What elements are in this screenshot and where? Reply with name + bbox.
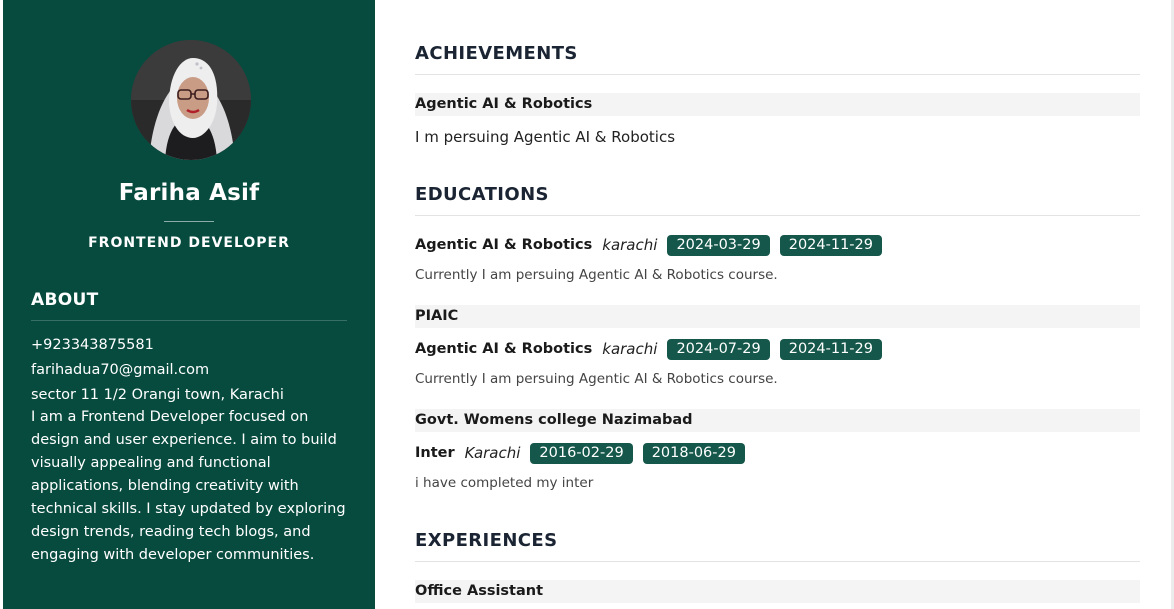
education-entry: Agentic AI & Robotics karachi 2024-07-29… — [415, 338, 882, 360]
education-course: Agentic AI & Robotics — [415, 237, 593, 253]
about-bio: I am a Frontend Developer focused on des… — [31, 409, 346, 563]
education-entry: Inter Karachi 2016-02-29 2018-06-29 — [415, 442, 745, 464]
experience-title-band: Office Assistant — [415, 580, 1140, 603]
start-date-badge: 2024-07-29 — [667, 338, 770, 360]
institution-name: Govt. Womens college Nazimabad — [415, 412, 693, 428]
education-description: Currently I am persuing Agentic AI & Rob… — [415, 371, 778, 387]
end-date-badge: 2024-11-29 — [779, 338, 882, 360]
education-description: Currently I am persuing Agentic AI & Rob… — [415, 267, 778, 283]
end-date-badge: 2024-11-29 — [779, 234, 882, 256]
education-description: i have completed my inter — [415, 475, 594, 491]
educations-divider — [415, 215, 1140, 216]
contact-info: +923343875581 farihadua70@gmail.com sect… — [31, 333, 351, 408]
phone-number: +923343875581 — [31, 337, 154, 353]
main-content: ACHIEVEMENTS Agentic AI & Robotics I m p… — [375, 0, 1174, 609]
experiences-divider — [415, 561, 1140, 562]
start-date-badge: 2016-02-29 — [530, 442, 633, 464]
profile-photo — [131, 40, 251, 160]
resume-page: Fariha Asif FRONTEND DEVELOPER ABOUT +92… — [0, 0, 1174, 609]
education-course: Agentic AI & Robotics — [415, 341, 593, 357]
home-address: sector 11 1/2 Orangi town, Karachi — [31, 387, 284, 403]
about-heading: ABOUT — [31, 290, 99, 310]
achievements-divider — [415, 74, 1140, 75]
education-entry: Agentic AI & Robotics karachi 2024-03-29… — [415, 234, 882, 256]
institution-band: PIAIC — [415, 305, 1140, 328]
about-divider — [31, 320, 347, 321]
profile-role: FRONTEND DEVELOPER — [88, 235, 290, 251]
achievement-title-band: Agentic AI & Robotics — [415, 93, 1140, 116]
achievement-title: Agentic AI & Robotics — [415, 96, 593, 112]
experiences-heading: EXPERIENCES — [415, 530, 558, 551]
profile-name: Fariha Asif — [118, 180, 260, 206]
education-location: karachi — [602, 340, 658, 358]
institution-name: PIAIC — [415, 308, 459, 324]
end-date-badge: 2018-06-29 — [642, 442, 745, 464]
institution-band: Govt. Womens college Nazimabad — [415, 409, 1140, 432]
education-location: Karachi — [464, 444, 521, 462]
email-address: farihadua70@gmail.com — [31, 362, 210, 378]
start-date-badge: 2024-03-29 — [667, 234, 770, 256]
educations-heading: EDUCATIONS — [415, 184, 549, 205]
education-course: Inter — [415, 445, 455, 461]
profile-photo-image — [131, 40, 251, 160]
achievement-description: I m persuing Agentic AI & Robotics — [415, 128, 676, 146]
experience-title: Office Assistant — [415, 583, 544, 599]
name-divider — [164, 221, 214, 222]
education-location: karachi — [602, 236, 658, 254]
sidebar: Fariha Asif FRONTEND DEVELOPER ABOUT +92… — [3, 0, 375, 609]
achievements-heading: ACHIEVEMENTS — [415, 43, 578, 64]
